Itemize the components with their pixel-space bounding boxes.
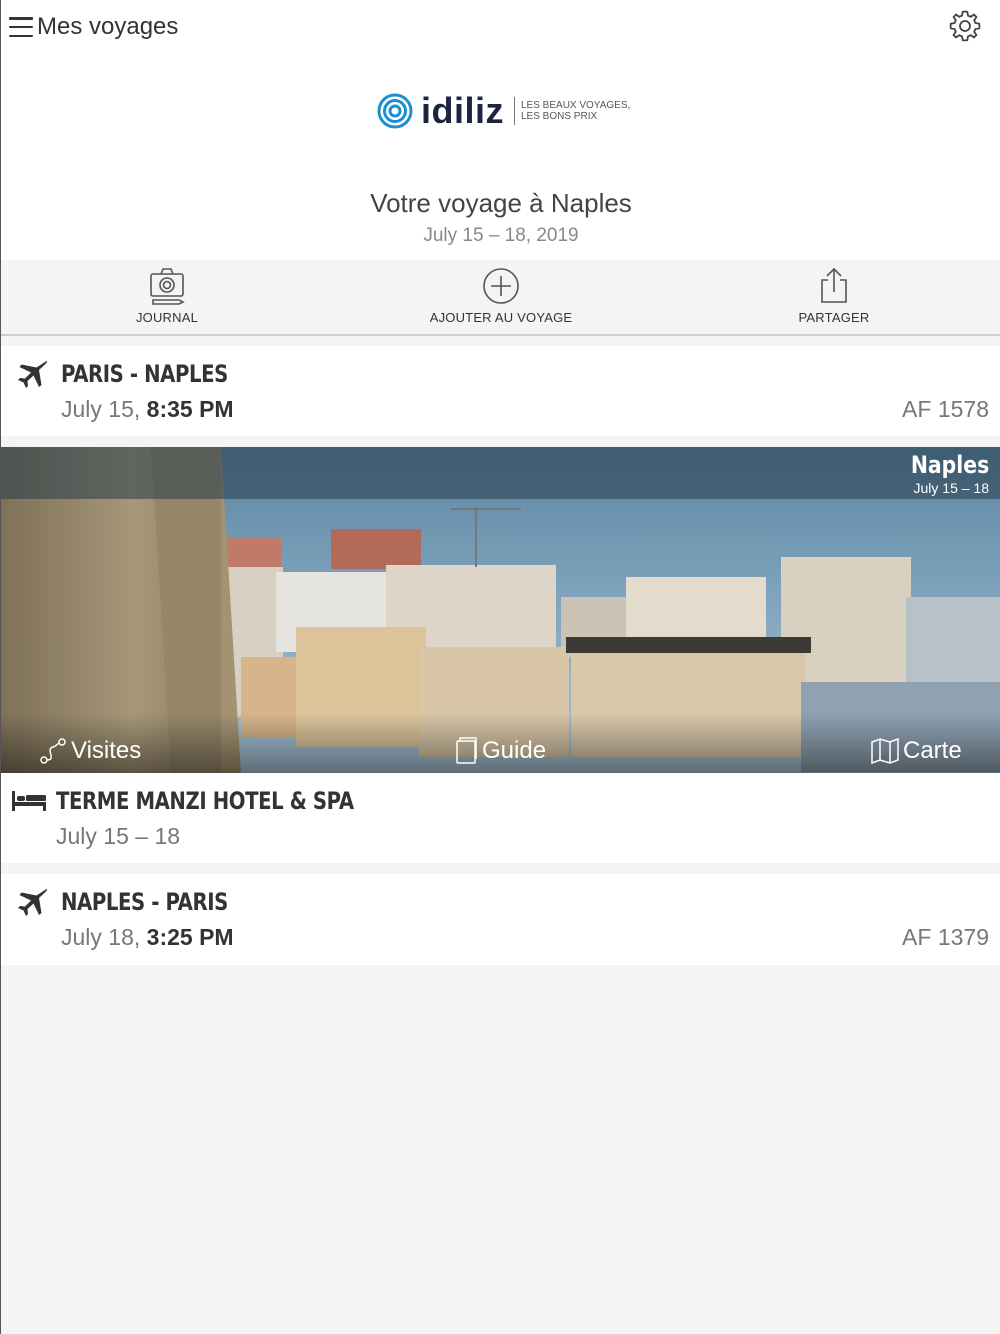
route-icon	[40, 738, 66, 764]
flight-date: July 18,	[61, 924, 141, 950]
back-to-trips-button[interactable]: Mes voyages	[9, 10, 178, 44]
app-header: Mes voyages idiliz LES BEAUX VOYAGES, LE…	[1, 0, 1000, 260]
flight-datetime: July 18, 3:25 PM	[61, 924, 234, 951]
map-icon	[871, 738, 899, 764]
flight-time: 3:25 PM	[146, 924, 234, 950]
flight-number: AF 1379	[902, 924, 989, 950]
idiliz-logo: idiliz LES BEAUX VOYAGES, LES BONS PRIX	[377, 88, 630, 134]
logo-divider	[514, 97, 515, 125]
flight-route: NAPLES - PARIS	[61, 888, 228, 916]
destination-city: Naples	[910, 451, 989, 479]
guide-label: Guide	[482, 737, 547, 764]
visites-link[interactable]: Visites	[39, 737, 141, 765]
settings-gear-icon[interactable]	[947, 8, 983, 44]
trip-title: Votre voyage à Naples	[370, 188, 632, 218]
trip-toolbar: JOURNAL AJOUTER AU VOYAGE PARTAGER	[1, 260, 1000, 336]
flight-number: AF 1578	[902, 396, 989, 422]
flight-route: PARIS - NAPLES	[61, 360, 228, 388]
idiliz-target-logo-icon	[377, 93, 413, 129]
share-button[interactable]: PARTAGER	[734, 260, 934, 334]
carte-label: Carte	[903, 737, 962, 764]
share-label: PARTAGER	[798, 310, 870, 325]
flight-card-outbound[interactable]: PARIS - NAPLES July 15, 8:35 PM AF 1578	[1, 346, 1000, 436]
visites-label: Visites	[71, 737, 142, 764]
airplane-icon	[18, 889, 47, 916]
destination-dates: July 15 – 18	[913, 480, 990, 496]
flight-card-return[interactable]: NAPLES - PARIS July 18, 3:25 PM AF 1379	[1, 874, 1000, 965]
brand-tagline-line-1: LES BEAUX VOYAGES,	[521, 100, 631, 111]
journal-button[interactable]: JOURNAL	[67, 260, 267, 334]
add-to-trip-label: AJOUTER AU VOYAGE	[429, 310, 573, 325]
brand-name: idiliz	[421, 90, 504, 131]
hotel-card[interactable]: TERME MANZI HOTEL & SPA July 15 – 18	[1, 773, 1000, 863]
bed-icon	[12, 791, 46, 811]
journal-label: JOURNAL	[135, 310, 199, 325]
book-icon	[456, 737, 477, 764]
add-to-trip-button[interactable]: AJOUTER AU VOYAGE	[401, 260, 601, 334]
brand-tagline: LES BEAUX VOYAGES, LES BONS PRIX	[521, 100, 630, 122]
trip-dates: July 15 – 18, 2019	[423, 225, 579, 246]
carte-link[interactable]: Carte	[871, 737, 962, 765]
flight-date: July 15,	[61, 396, 141, 422]
hotel-dates: July 15 – 18	[56, 823, 181, 849]
destination-banner[interactable]: Naples July 15 – 18 Visites Guide Carte	[1, 447, 1000, 773]
camera-icon	[150, 268, 185, 305]
plus-circle-icon	[483, 268, 519, 304]
destination-header-bar	[1, 447, 1000, 499]
flight-datetime: July 15, 8:35 PM	[61, 396, 234, 423]
share-icon	[821, 267, 847, 303]
hotel-name: TERME MANZI HOTEL & SPA	[56, 787, 354, 815]
airplane-icon	[18, 361, 47, 388]
flight-time: 8:35 PM	[146, 396, 234, 422]
guide-link[interactable]: Guide	[454, 737, 546, 765]
nav-title: Mes voyages	[37, 13, 179, 40]
hamburger-menu-icon	[9, 17, 33, 37]
brand-tagline-line-2: LES BONS PRIX	[521, 111, 598, 122]
